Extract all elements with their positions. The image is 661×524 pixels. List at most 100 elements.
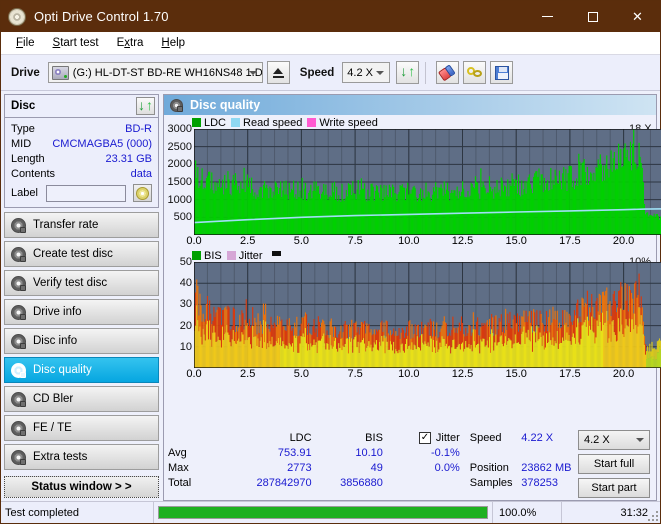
body: Disc ↓ ↑ Type BD-R MID CMCMAGBA5 (000) L… bbox=[1, 91, 661, 501]
disc-label-key: Label bbox=[11, 187, 38, 199]
legend-swatch bbox=[192, 251, 201, 260]
disc-row-key: Contents bbox=[11, 167, 56, 180]
disc-row-contents: Contents data bbox=[11, 166, 152, 181]
disc-label-button[interactable] bbox=[132, 184, 152, 202]
sidebar-item-create-test-disc[interactable]: Create test disc bbox=[4, 241, 159, 267]
sidebar-item-verify-test-disc[interactable]: Verify test disc bbox=[4, 270, 159, 296]
test-speed-select[interactable]: 4.2 X bbox=[578, 430, 650, 450]
menu-file[interactable]: File bbox=[7, 35, 44, 51]
menu-start-test[interactable]: Start test bbox=[44, 35, 108, 51]
y-tick-label: 30 bbox=[179, 298, 192, 311]
sidebar-item-fe-te[interactable]: FE / TE bbox=[4, 415, 159, 441]
start-part-button[interactable]: Start part bbox=[578, 478, 650, 498]
sidebar-item-transfer-rate[interactable]: Transfer rate bbox=[4, 212, 159, 238]
drive-select[interactable]: (G:) HL-DT-ST BD-RE WH16NS48 1.D3 bbox=[47, 62, 263, 83]
y-tick-label: 10 bbox=[179, 340, 192, 353]
disc-row-value: data bbox=[130, 167, 152, 180]
jitter-header: ✓ Jitter bbox=[418, 430, 460, 445]
main-panel-header: Disc quality bbox=[164, 95, 656, 115]
disc-row-key: Length bbox=[11, 152, 45, 165]
erase-button[interactable] bbox=[436, 61, 460, 84]
elapsed-time: 31:32 bbox=[620, 506, 648, 519]
legend-label: BIS bbox=[204, 249, 222, 262]
stats-bis-avg: 10.10 bbox=[355, 446, 383, 459]
speed-stat-value: 4.22 X bbox=[521, 431, 554, 444]
disc-refresh-button[interactable]: ↓ ↑ bbox=[136, 97, 155, 115]
x-tick-label: 7.5 bbox=[347, 235, 363, 247]
disc-row-key: MID bbox=[11, 137, 32, 150]
meta-blank bbox=[470, 445, 518, 460]
x-tick-label: 15.0 bbox=[505, 368, 527, 380]
stats-ldc-total: 287842970 bbox=[256, 476, 312, 489]
bis-chart-legend: BIS Jitter bbox=[164, 249, 656, 262]
tools-button[interactable] bbox=[463, 61, 487, 84]
ldc-plot[interactable] bbox=[194, 129, 661, 235]
maximize-button[interactable] bbox=[570, 1, 615, 32]
stats-jitter-avg: -0.1% bbox=[430, 446, 460, 459]
stats-panel: Avg Max Total LDC 753.91 2773 287842970 … bbox=[164, 426, 656, 500]
disc-row-key: Type bbox=[11, 122, 35, 135]
drive-select-value: (G:) HL-DT-ST BD-RE WH16NS48 1.D3 bbox=[72, 66, 262, 79]
stats-col-ldc: LDC 753.91 2773 287842970 bbox=[206, 430, 312, 498]
sidebar-item-label: Verify test disc bbox=[33, 277, 108, 289]
ldc-x-axis: 0.02.55.07.510.012.515.017.520.022.525.0… bbox=[164, 235, 656, 249]
disc-panel: Disc ↓ ↑ Type BD-R MID CMCMAGBA5 (000) L… bbox=[4, 94, 159, 208]
status-window-button[interactable]: Status window > > bbox=[4, 476, 159, 498]
status-bar: Test completed 100.0% 31:32 bbox=[1, 501, 660, 523]
close-button[interactable]: ✕ bbox=[615, 1, 660, 32]
sidebar-item-disc-quality[interactable]: Disc quality bbox=[4, 357, 159, 383]
y-tick-label: 40 bbox=[179, 277, 192, 290]
start-full-button[interactable]: Start full bbox=[578, 454, 650, 474]
y-tick-label: 3000 bbox=[167, 123, 192, 135]
jitter-checkbox[interactable]: ✓ bbox=[418, 431, 431, 444]
y-tick-label: 50 bbox=[179, 256, 192, 268]
disc-scan-icon bbox=[11, 420, 26, 436]
disc-scan-icon bbox=[11, 362, 26, 378]
x-tick-label: 2.5 bbox=[240, 368, 256, 380]
window-title: Opti Drive Control 1.70 bbox=[34, 9, 169, 24]
sidebar-item-cd-bler[interactable]: CD Bler bbox=[4, 386, 159, 412]
legend-item-write-speed: Write speed bbox=[307, 117, 378, 129]
x-tick-label: 12.5 bbox=[451, 235, 474, 247]
refresh-button[interactable]: ↓ ↑ bbox=[396, 61, 420, 84]
menu-extra[interactable]: Extra bbox=[108, 35, 153, 51]
sidebar-item-label: Create test disc bbox=[33, 248, 113, 260]
legend-label: Jitter bbox=[238, 249, 263, 262]
minimize-button[interactable] bbox=[525, 1, 570, 32]
x-tick-label: 7.5 bbox=[347, 368, 363, 380]
chevron-down-icon bbox=[248, 70, 257, 75]
sidebar-item-disc-info[interactable]: Disc info bbox=[4, 328, 159, 354]
floppy-save-icon bbox=[494, 65, 509, 80]
disc-label-input[interactable] bbox=[45, 184, 126, 202]
speed-stat-label: Speed bbox=[469, 431, 502, 444]
position-stat-label: Position bbox=[469, 461, 509, 474]
progress-percent: 100.0% bbox=[499, 506, 537, 519]
x-tick-label: 0.0 bbox=[186, 368, 202, 380]
charts-area: LDC Read speed Write speed 500 1000 1500 20… bbox=[164, 115, 661, 426]
legend-swatch bbox=[231, 118, 241, 127]
disc-panel-header: Disc ↓ ↑ bbox=[5, 95, 158, 118]
eraser-icon bbox=[438, 63, 457, 81]
y-tick-label: 1500 bbox=[167, 176, 192, 188]
y-tick-label: 20 bbox=[179, 319, 192, 332]
toolbar-divider bbox=[425, 61, 427, 84]
bis-plot[interactable] bbox=[194, 262, 661, 368]
y-tick-label: 1000 bbox=[167, 193, 192, 206]
disc-info-rows: Type BD-R MID CMCMAGBA5 (000) Length 23.… bbox=[5, 118, 158, 207]
toolbar: Drive (G:) HL-DT-ST BD-RE WH16NS48 1.D3 … bbox=[1, 55, 660, 91]
resize-grip[interactable] bbox=[648, 511, 658, 521]
app-window: Opti Drive Control 1.70 ✕ File Start tes… bbox=[0, 0, 661, 524]
sidebar-item-extra-tests[interactable]: Extra tests bbox=[4, 444, 159, 470]
stats-col-meta-labels: Speed Position Samples bbox=[470, 430, 518, 498]
progress-bar bbox=[158, 506, 488, 519]
drive-icon bbox=[51, 65, 69, 80]
sidebar-item-drive-info[interactable]: Drive info bbox=[4, 299, 159, 325]
stats-ldc-max: 2773 bbox=[287, 461, 312, 474]
drive-label: Drive bbox=[11, 66, 40, 79]
menu-help[interactable]: Help bbox=[152, 35, 194, 51]
speed-select[interactable]: 4.2 X bbox=[342, 62, 391, 83]
eject-button[interactable] bbox=[266, 61, 290, 84]
y-tick-label: 500 bbox=[173, 211, 192, 224]
sidebar-item-label: Drive info bbox=[33, 306, 82, 318]
save-button[interactable] bbox=[490, 61, 514, 84]
